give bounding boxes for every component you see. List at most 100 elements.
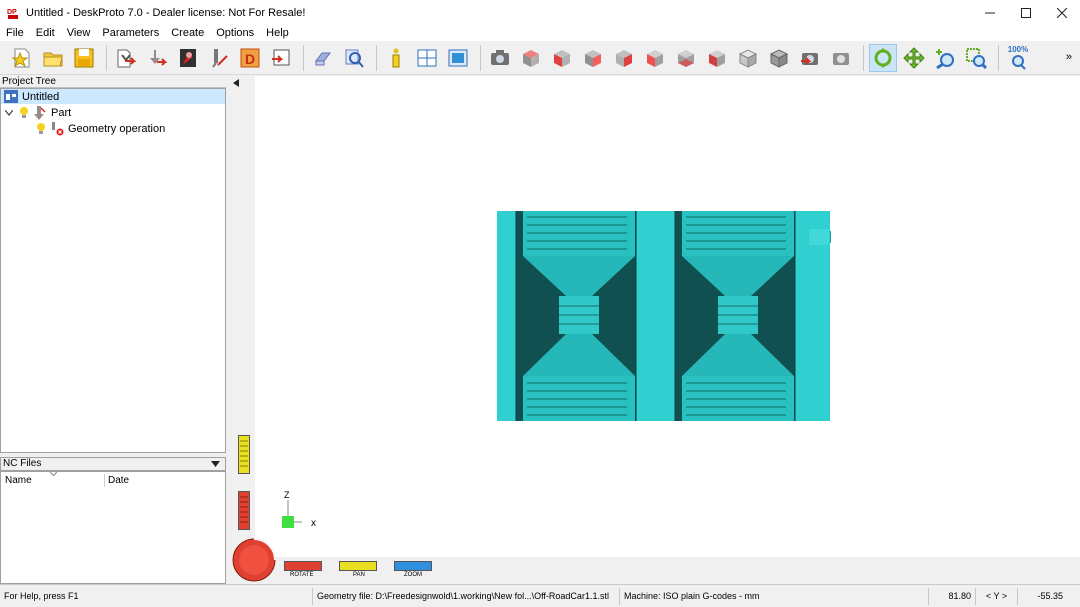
main-toolbar: D 100% »	[0, 41, 1080, 75]
axis-x-label: x	[311, 518, 316, 529]
nc-column-date[interactable]: Date	[108, 475, 129, 486]
rotate-vertical-slider[interactable]	[238, 491, 250, 530]
zoom-100-label: 100%	[1007, 44, 1029, 54]
collapse-panel-icon[interactable]	[233, 79, 239, 87]
status-axis: < Y >	[975, 587, 1017, 605]
view-right-button[interactable]	[579, 44, 607, 72]
view-bottom-button[interactable]	[672, 44, 700, 72]
status-y-value: -55.35	[1017, 587, 1067, 605]
toolbar-separator	[863, 44, 864, 71]
zoom-horizontal-slider[interactable]	[394, 561, 432, 571]
project-tree: Untitled Part Geometry operation	[0, 88, 226, 453]
dropdown-arrow-icon[interactable]	[211, 461, 220, 467]
toolbar-separator	[376, 44, 377, 71]
nc-files-list: Name Date	[0, 471, 226, 584]
rotate-mode-button[interactable]	[869, 43, 897, 72]
previous-view-button[interactable]	[796, 44, 824, 72]
chevron-down-icon[interactable]	[5, 109, 13, 116]
status-x-value: 81.80	[928, 587, 975, 605]
nc-files-title: NC Files	[3, 458, 42, 469]
new-project-button[interactable]	[8, 44, 36, 72]
info-button[interactable]	[382, 44, 410, 72]
view-top-button[interactable]	[517, 44, 545, 72]
part-parameters-button[interactable]	[143, 44, 171, 72]
status-geometry-file: Geometry file: D:\Freedesignwold\1.worki…	[312, 587, 619, 605]
next-view-button[interactable]	[827, 44, 855, 72]
minimize-button[interactable]	[972, 0, 1008, 25]
tree-label-part: Part	[51, 106, 72, 119]
toolbar-separator	[998, 44, 999, 71]
view-back-button[interactable]	[610, 44, 638, 72]
menu-help[interactable]: Help	[260, 27, 295, 39]
tree-label-geometry-operation: Geometry operation	[68, 122, 166, 135]
sort-indicator-icon	[50, 472, 57, 476]
view-wireframe-button[interactable]	[765, 44, 793, 72]
rotate-label: ROTATE	[290, 572, 314, 578]
screenshot-button[interactable]	[486, 44, 514, 72]
view-isometric-button[interactable]	[734, 44, 762, 72]
axis-indicator: Z x	[278, 490, 328, 535]
find-button[interactable]	[340, 44, 368, 72]
status-help: For Help, press F1	[4, 590, 79, 601]
zoom-mode-button[interactable]	[931, 44, 959, 72]
toolbar-separator	[480, 44, 481, 71]
3d-viewport[interactable]: Z x ROTATE PAN ZOOM	[229, 76, 1080, 584]
tree-label-project: Untitled	[22, 90, 60, 103]
zoom-window-button[interactable]	[962, 44, 990, 72]
project-parameters-button[interactable]	[112, 44, 140, 72]
menu-bar: File Edit View Parameters Create Options…	[0, 25, 1080, 41]
viewport-side-strip	[229, 76, 255, 584]
operation-parameters-button[interactable]	[174, 44, 202, 72]
pan-label: PAN	[353, 572, 365, 578]
render-settings-button[interactable]	[444, 44, 472, 72]
zoom-100-button[interactable]: 100%	[1004, 44, 1032, 72]
export-button[interactable]	[267, 44, 295, 72]
geometry-operation-icon	[50, 121, 64, 136]
mold-model[interactable]	[497, 211, 831, 422]
nc-files-header[interactable]: NC Files	[0, 457, 226, 471]
zoom-label: ZOOM	[404, 572, 422, 578]
save-project-button[interactable]	[70, 44, 98, 72]
rotate-horizontal-slider[interactable]	[284, 561, 322, 571]
menu-view[interactable]: View	[61, 27, 97, 39]
menu-edit[interactable]: Edit	[30, 27, 61, 39]
tree-item-part[interactable]: Part	[5, 105, 71, 120]
pan-vertical-slider[interactable]	[238, 435, 250, 474]
view-left-button[interactable]	[641, 44, 669, 72]
toolbar-separator	[303, 44, 304, 71]
view-iso-button[interactable]	[703, 44, 731, 72]
lightbulb-icon[interactable]	[19, 106, 29, 119]
maximize-button[interactable]	[1008, 0, 1044, 25]
nc-column-name[interactable]: Name	[5, 475, 32, 486]
project-icon	[4, 90, 18, 103]
toolpath-parameters-button[interactable]	[205, 44, 233, 72]
pan-horizontal-slider[interactable]	[339, 561, 377, 571]
toolbar-separator	[106, 44, 107, 71]
title-bar: DP Untitled - DeskProto 7.0 - Dealer lic…	[0, 0, 1080, 25]
erase-button[interactable]	[309, 44, 337, 72]
tree-item-geometry-operation[interactable]: Geometry operation	[36, 121, 165, 136]
tree-item-project[interactable]: Untitled	[1, 89, 225, 104]
column-divider[interactable]	[104, 474, 105, 487]
viewport-bottom-strip: ROTATE PAN ZOOM	[229, 538, 1080, 584]
menu-file[interactable]: File	[0, 27, 30, 39]
view-front-button[interactable]	[548, 44, 576, 72]
toolbar-overflow-button[interactable]: »	[1066, 51, 1072, 63]
rotate-dial-icon[interactable]	[232, 538, 276, 582]
part-icon	[33, 105, 46, 120]
menu-options[interactable]: Options	[210, 27, 260, 39]
svg-text:DP: DP	[7, 9, 17, 16]
project-tree-header: Project Tree	[0, 76, 226, 88]
menu-parameters[interactable]: Parameters	[96, 27, 165, 39]
dealer-button[interactable]: D	[236, 44, 264, 72]
open-project-button[interactable]	[39, 44, 67, 72]
deskproto-logo-icon: DP	[6, 5, 20, 20]
close-button[interactable]	[1044, 0, 1080, 25]
lightbulb-icon[interactable]	[36, 122, 46, 135]
pan-mode-button[interactable]	[900, 44, 928, 72]
window-title: Untitled - DeskProto 7.0 - Dealer licens…	[26, 6, 306, 19]
views-button[interactable]	[413, 44, 441, 72]
menu-create[interactable]: Create	[165, 27, 210, 39]
status-machine: Machine: ISO plain G-codes - mm	[619, 587, 928, 605]
status-bar: For Help, press F1 Geometry file: D:\Fre…	[0, 584, 1080, 607]
